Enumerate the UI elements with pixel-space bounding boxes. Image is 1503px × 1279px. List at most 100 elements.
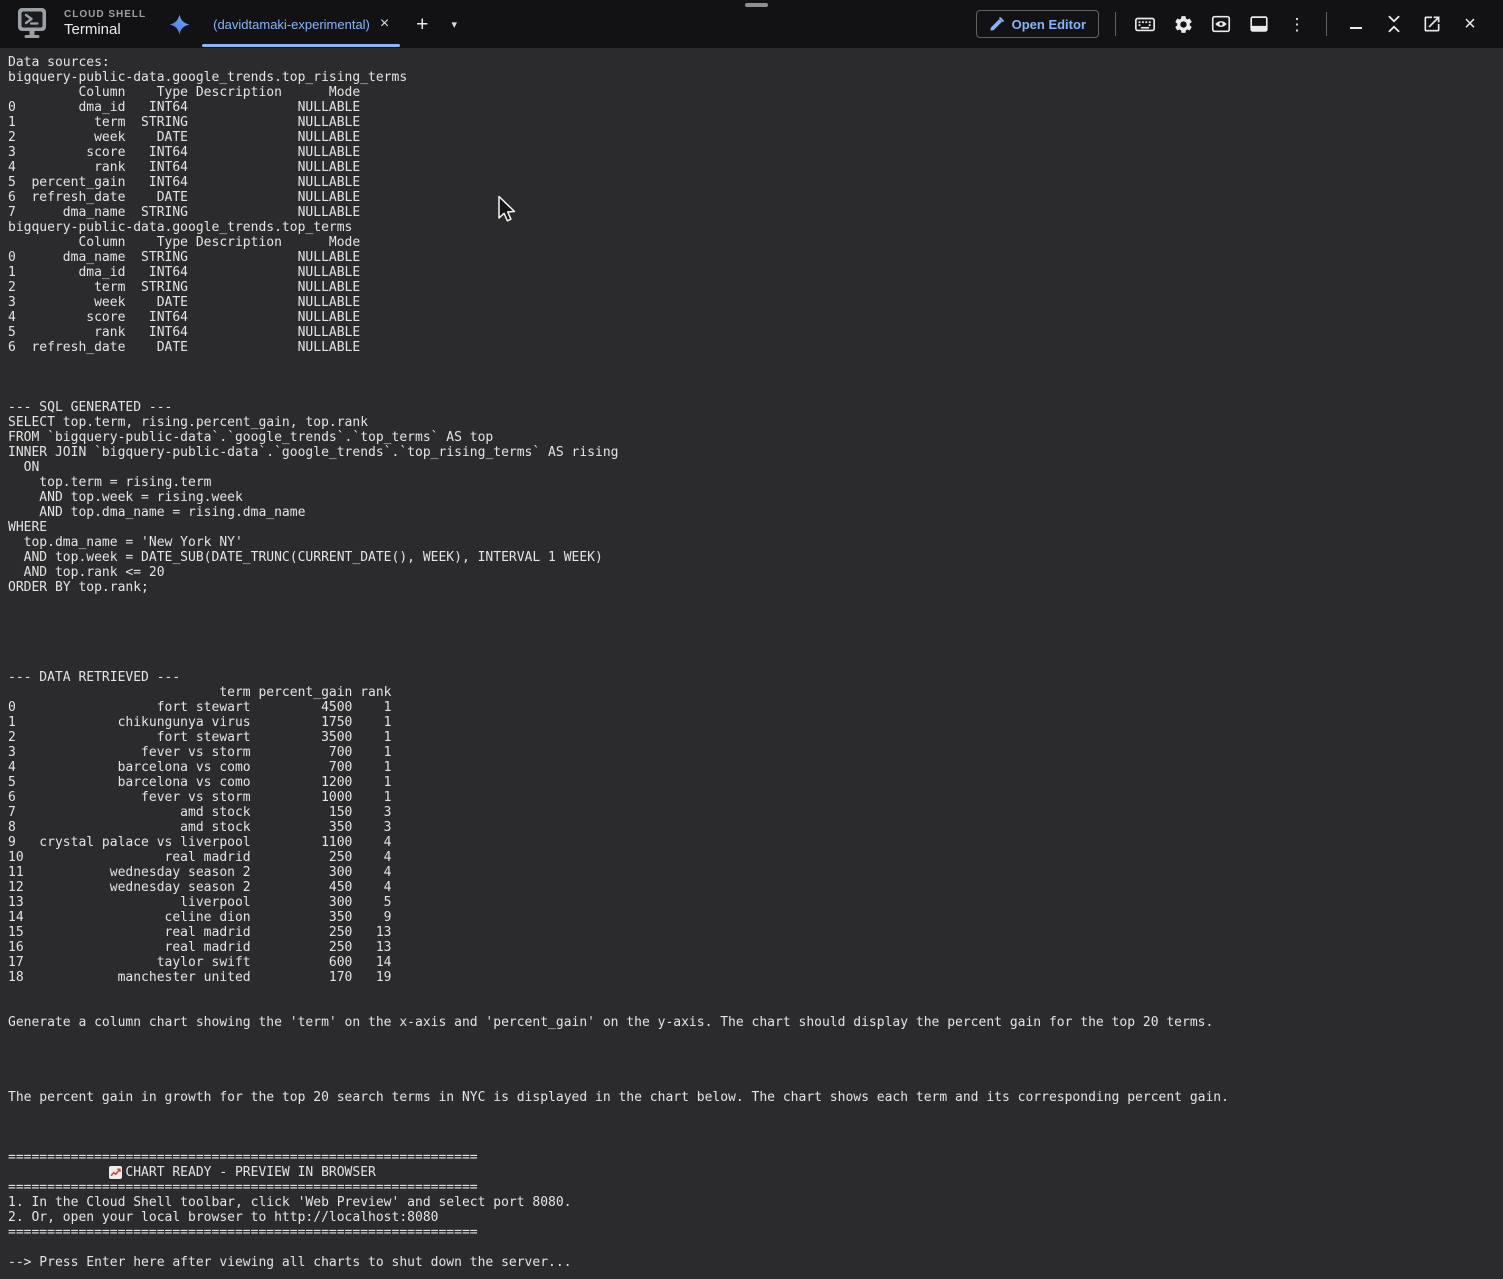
terminal-line: Data sources: bbox=[8, 55, 1495, 70]
cloud-shell-window: CLOUD SHELL Terminal (davidtamaki-experi… bbox=[0, 0, 1503, 1279]
terminal-line: INNER JOIN `bigquery-public-data`.`googl… bbox=[8, 445, 1495, 460]
terminal-line bbox=[8, 1075, 1495, 1090]
terminal-line bbox=[8, 1060, 1495, 1075]
terminal-line: AND top.rank <= 20 bbox=[8, 565, 1495, 580]
tab-label: (davidtamaki-experimental) bbox=[213, 17, 370, 32]
open-in-new-window-button[interactable] bbox=[1413, 4, 1451, 44]
close-button[interactable]: × bbox=[1451, 4, 1489, 44]
settings-button[interactable] bbox=[1164, 4, 1202, 44]
terminal-line: 8 amd stock 350 3 bbox=[8, 820, 1495, 835]
product-label: CLOUD SHELL bbox=[64, 9, 146, 20]
pencil-icon bbox=[989, 17, 1004, 32]
terminal-line: 4 rank INT64 NULLABLE bbox=[8, 160, 1495, 175]
terminal-line: --- SQL GENERATED --- bbox=[8, 400, 1495, 415]
terminal-line: 2 fort stewart 3500 1 bbox=[8, 730, 1495, 745]
brand-area: CLOUD SHELL Terminal bbox=[14, 5, 146, 43]
keyboard-shortcuts-button[interactable] bbox=[1126, 4, 1164, 44]
toolbar-divider-2 bbox=[1326, 12, 1327, 36]
terminal-lines: Data sources:bigquery-public-data.google… bbox=[8, 55, 1495, 1270]
plus-icon: + bbox=[416, 14, 428, 35]
terminal-line: 17 taylor swift 600 14 bbox=[8, 955, 1495, 970]
open-in-new-icon bbox=[1422, 14, 1442, 34]
tab-davidtamaki-experimental[interactable]: (davidtamaki-experimental) × bbox=[199, 0, 403, 48]
terminal-line: 7 dma_name STRING NULLABLE bbox=[8, 205, 1495, 220]
chevron-down-icon: ▾ bbox=[451, 18, 457, 31]
terminal-line: 6 refresh_date DATE NULLABLE bbox=[8, 340, 1495, 355]
terminal-line: 3 fever vs storm 700 1 bbox=[8, 745, 1495, 760]
terminal-line: top.term = rising.term bbox=[8, 475, 1495, 490]
terminal-line: 3 week DATE NULLABLE bbox=[8, 295, 1495, 310]
terminal-line: bigquery-public-data.google_trends.top_r… bbox=[8, 70, 1495, 85]
panel-layout-button[interactable] bbox=[1240, 4, 1278, 44]
terminal-line: 0 dma_name STRING NULLABLE bbox=[8, 250, 1495, 265]
terminal-line: AND top.week = rising.week bbox=[8, 490, 1495, 505]
terminal-line: CHART READY - PREVIEW IN BROWSER bbox=[8, 1165, 1495, 1180]
terminal-line: 5 rank INT64 NULLABLE bbox=[8, 325, 1495, 340]
window-title: Terminal bbox=[64, 22, 146, 39]
mouse-cursor bbox=[497, 195, 517, 225]
terminal-line: FROM `bigquery-public-data`.`google_tren… bbox=[8, 430, 1495, 445]
terminal-line bbox=[8, 370, 1495, 385]
collapse-button[interactable] bbox=[1375, 4, 1413, 44]
terminal-line: 1 chikungunya virus 1750 1 bbox=[8, 715, 1495, 730]
terminal-line: AND top.dma_name = rising.dma_name bbox=[8, 505, 1495, 520]
terminal-line: ========================================… bbox=[8, 1180, 1495, 1195]
terminal-line: ON bbox=[8, 460, 1495, 475]
keyboard-icon bbox=[1134, 13, 1156, 35]
terminal-line bbox=[8, 385, 1495, 400]
open-editor-button[interactable]: Open Editor bbox=[976, 10, 1099, 38]
terminal-line: ORDER BY top.rank; bbox=[8, 580, 1495, 595]
terminal-line: ========================================… bbox=[8, 1225, 1495, 1240]
terminal-line: Column Type Description Mode bbox=[8, 235, 1495, 250]
terminal-line bbox=[8, 595, 1495, 610]
terminal-line bbox=[8, 985, 1495, 1000]
tab-close-icon[interactable]: × bbox=[380, 16, 389, 32]
terminal-line: WHERE bbox=[8, 520, 1495, 535]
close-icon: × bbox=[1464, 14, 1476, 34]
terminal-line: --> Press Enter here after viewing all c… bbox=[8, 1255, 1495, 1270]
terminal-line: 15 real madrid 250 13 bbox=[8, 925, 1495, 940]
toolbar: CLOUD SHELL Terminal (davidtamaki-experi… bbox=[0, 0, 1503, 48]
terminal-line: 5 percent_gain INT64 NULLABLE bbox=[8, 175, 1495, 190]
gear-icon bbox=[1173, 14, 1194, 35]
terminal-line: 10 real madrid 250 4 bbox=[8, 850, 1495, 865]
terminal-line: bigquery-public-data.google_trends.top_t… bbox=[8, 220, 1495, 235]
terminal-line: 11 wednesday season 2 300 4 bbox=[8, 865, 1495, 880]
terminal-line bbox=[8, 655, 1495, 670]
cloud-shell-logo bbox=[14, 5, 50, 43]
dock-panel-icon bbox=[1248, 13, 1270, 35]
terminal-line: 3 score INT64 NULLABLE bbox=[8, 145, 1495, 160]
minimize-button[interactable] bbox=[1337, 4, 1375, 44]
terminal-line bbox=[8, 1045, 1495, 1060]
terminal-line: 2 term STRING NULLABLE bbox=[8, 280, 1495, 295]
terminal-line bbox=[8, 1240, 1495, 1255]
terminal-line: SELECT top.term, rising.percent_gain, to… bbox=[8, 415, 1495, 430]
terminal-line: 2. Or, open your local browser to http:/… bbox=[8, 1210, 1495, 1225]
title-block: CLOUD SHELL Terminal bbox=[64, 9, 146, 39]
more-options-button[interactable]: ⋮ bbox=[1278, 4, 1316, 44]
terminal-line: --- DATA RETRIEVED --- bbox=[8, 670, 1495, 685]
terminal-line: 1 dma_id INT64 NULLABLE bbox=[8, 265, 1495, 280]
terminal-line bbox=[8, 1000, 1495, 1015]
terminal-line: 12 wednesday season 2 450 4 bbox=[8, 880, 1495, 895]
gemini-sparkle-icon bbox=[168, 13, 191, 36]
terminal-line: 5 barcelona vs como 1200 1 bbox=[8, 775, 1495, 790]
terminal-line: 1. In the Cloud Shell toolbar, click 'We… bbox=[8, 1195, 1495, 1210]
tab-list-dropdown-button[interactable]: ▾ bbox=[441, 4, 467, 44]
web-preview-icon bbox=[1210, 13, 1232, 35]
window-drag-handle[interactable] bbox=[745, 3, 768, 7]
terminal-line: 0 fort stewart 4500 1 bbox=[8, 700, 1495, 715]
terminal-line: 6 fever vs storm 1000 1 bbox=[8, 790, 1495, 805]
terminal-line: 1 term STRING NULLABLE bbox=[8, 115, 1495, 130]
new-tab-button[interactable]: + bbox=[403, 4, 441, 44]
web-preview-button[interactable] bbox=[1202, 4, 1240, 44]
terminal-line: 16 real madrid 250 13 bbox=[8, 940, 1495, 955]
terminal-line: 7 amd stock 150 3 bbox=[8, 805, 1495, 820]
terminal-line: 6 refresh_date DATE NULLABLE bbox=[8, 190, 1495, 205]
terminal-line: 4 score INT64 NULLABLE bbox=[8, 310, 1495, 325]
terminal-output[interactable]: Data sources:bigquery-public-data.google… bbox=[0, 48, 1503, 1279]
terminal-line: Column Type Description Mode bbox=[8, 85, 1495, 100]
terminal-line: 9 crystal palace vs liverpool 1100 4 bbox=[8, 835, 1495, 850]
terminal-line bbox=[8, 625, 1495, 640]
terminal-line: ========================================… bbox=[8, 1150, 1495, 1165]
